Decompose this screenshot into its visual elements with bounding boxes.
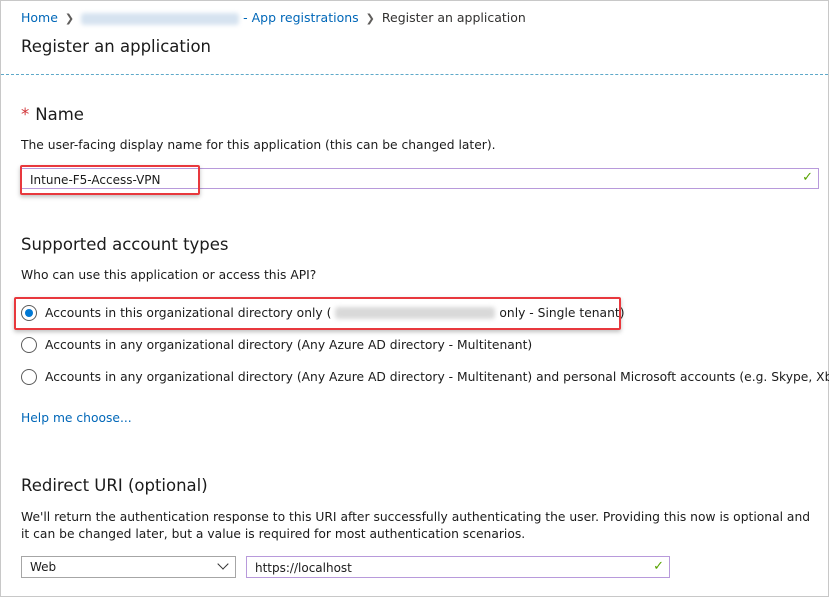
name-highlight-box — [20, 165, 200, 195]
name-description: The user-facing display name for this ap… — [21, 138, 496, 152]
chevron-right-icon: ❯ — [365, 12, 375, 25]
redacted-tenant-name — [81, 12, 240, 25]
radio-unselected-icon[interactable] — [21, 369, 37, 385]
checkmark-icon: ✓ — [653, 559, 664, 574]
radio-multitenant-personal-label: Accounts in any organizational directory… — [45, 370, 829, 384]
required-marker: * — [21, 105, 30, 124]
breadcrumb: Home ❯ - App registrations ❯ Register an app… — [21, 10, 526, 25]
help-me-choose-link[interactable]: Help me choose... — [21, 411, 132, 425]
app-window: Home ❯ - App registrations ❯ Register an app… — [0, 0, 829, 597]
chevron-down-icon — [217, 558, 229, 570]
account-types-title: Supported account types — [21, 235, 229, 254]
radio-unselected-icon[interactable] — [21, 337, 37, 353]
breadcrumb-current: Register an application — [381, 10, 526, 25]
chevron-right-icon: ❯ — [64, 12, 75, 25]
platform-select-value: Web — [30, 560, 57, 574]
redirect-uri-input[interactable] — [247, 558, 645, 578]
redirect-uri-title: Redirect URI (optional) — [21, 476, 208, 495]
redirect-uri-field[interactable]: ✓ — [246, 556, 670, 578]
page-title: Register an application — [21, 37, 212, 56]
redirect-uri-description: We'll return the authentication response… — [21, 510, 811, 541]
checkmark-icon: ✓ — [802, 170, 813, 185]
radio-multitenant[interactable]: Accounts in any organizational directory… — [21, 337, 532, 353]
account-types-question: Who can use this application or access t… — [21, 268, 317, 282]
header-divider — [1, 74, 828, 75]
platform-select[interactable]: Web — [21, 556, 236, 578]
name-label: Name — [35, 105, 84, 124]
account-type-highlight-box — [14, 297, 621, 330]
breadcrumb-home-link[interactable]: Home — [21, 10, 58, 25]
name-section-title: * Name — [21, 105, 84, 124]
breadcrumb-app-registrations-link[interactable]: - App registrations — [243, 10, 359, 25]
radio-multitenant-personal[interactable]: Accounts in any organizational directory… — [21, 369, 829, 385]
radio-multitenant-label: Accounts in any organizational directory… — [45, 338, 533, 352]
